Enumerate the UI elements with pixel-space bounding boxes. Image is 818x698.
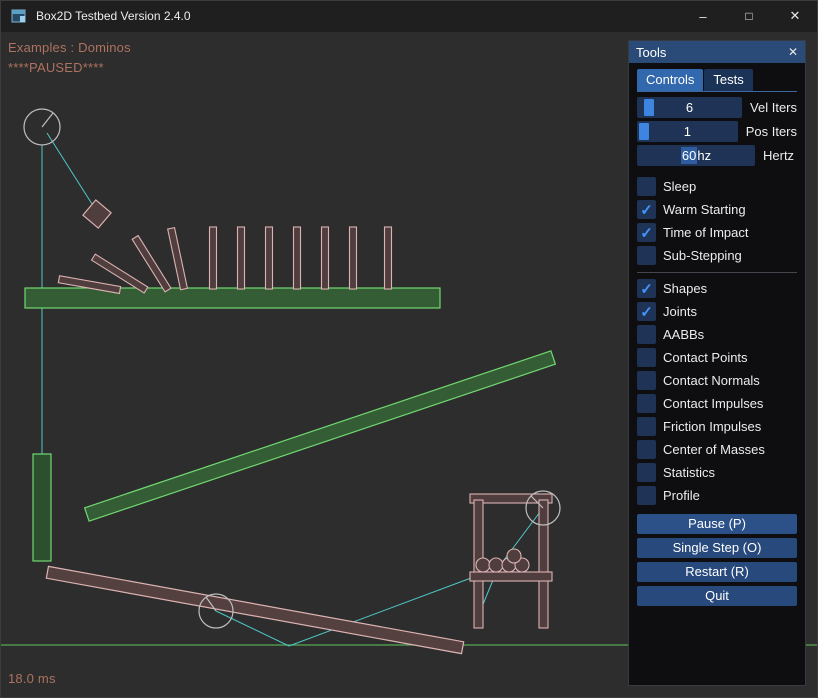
checkbox-box[interactable] (637, 200, 656, 219)
tools-titlebar[interactable]: Tools ✕ (629, 41, 805, 63)
checkbox-joints[interactable]: Joints (637, 300, 797, 323)
vel-iters-slider[interactable]: 6 (637, 97, 742, 118)
draw-checkboxes: Shapes Joints AABBs Contact Points Conta… (637, 277, 797, 507)
pos-iters-value: 1 (637, 121, 738, 142)
single-step-button[interactable]: Single Step (O) (637, 538, 797, 558)
separator (637, 272, 797, 273)
checkbox-box[interactable] (637, 302, 656, 321)
checkbox-label: Shapes (663, 281, 707, 296)
platform (25, 288, 440, 308)
checkbox-warm-starting[interactable]: Warm Starting (637, 198, 797, 221)
pos-iters-row: 1 Pos Iters (637, 121, 797, 142)
tools-title: Tools (636, 45, 666, 60)
hertz-input[interactable]: 60 hz (637, 145, 755, 166)
close-button[interactable]: ✕ (772, 0, 818, 32)
checkbox-contact-points[interactable]: Contact Points (637, 346, 797, 369)
pos-iters-label: Pos Iters (746, 124, 797, 139)
hertz-selected-text: 60 (681, 147, 697, 164)
button-stack: Pause (P) Single Step (O) Restart (R) Qu… (637, 514, 797, 606)
checkbox-label: Warm Starting (663, 202, 746, 217)
checkbox-label: Contact Impulses (663, 396, 763, 411)
hertz-label: Hertz (763, 148, 794, 163)
pause-button[interactable]: Pause (P) (637, 514, 797, 534)
tools-panel: Tools ✕ Controls Tests 6 Vel Iters 1 Pos… (628, 40, 806, 686)
vel-iters-label: Vel Iters (750, 100, 797, 115)
pendulum-circle (24, 109, 60, 145)
checkbox-label: Profile (663, 488, 700, 503)
dominoes (58, 227, 391, 293)
minimize-button[interactable]: – (680, 0, 726, 32)
hertz-value: 60 hz (637, 145, 755, 166)
shelf-balls (476, 549, 529, 572)
checkbox-label: Joints (663, 304, 697, 319)
checkbox-contact-impulses[interactable]: Contact Impulses (637, 392, 797, 415)
checkbox-shapes[interactable]: Shapes (637, 277, 797, 300)
checkbox-aabbs[interactable]: AABBs (637, 323, 797, 346)
checkbox-label: Contact Points (663, 350, 748, 365)
checkbox-box[interactable] (637, 348, 656, 367)
vel-iters-row: 6 Vel Iters (637, 97, 797, 118)
checkbox-box[interactable] (637, 325, 656, 344)
checkbox-box[interactable] (637, 440, 656, 459)
pos-iters-slider[interactable]: 1 (637, 121, 738, 142)
titlebar: Box2D Testbed Version 2.4.0 – □ ✕ (0, 0, 818, 32)
vel-iters-value: 6 (637, 97, 742, 118)
checkbox-box[interactable] (637, 279, 656, 298)
window-title: Box2D Testbed Version 2.4.0 (36, 9, 191, 23)
tools-close-icon[interactable]: ✕ (788, 45, 798, 59)
tab-controls[interactable]: Controls (637, 69, 703, 91)
checkbox-statistics[interactable]: Statistics (637, 461, 797, 484)
example-label: Examples : Dominos (8, 40, 131, 55)
hertz-suffix: hz (697, 148, 711, 163)
checkbox-center-of-masses[interactable]: Center of Masses (637, 438, 797, 461)
checkbox-box[interactable] (637, 177, 656, 196)
checkbox-sub-stepping[interactable]: Sub-Stepping (637, 244, 797, 267)
checkbox-box[interactable] (637, 371, 656, 390)
vertical-post (33, 454, 51, 561)
simulation-checkboxes: Sleep Warm Starting Time of Impact Sub-S… (637, 175, 797, 267)
checkbox-label: Time of Impact (663, 225, 748, 240)
checkbox-contact-normals[interactable]: Contact Normals (637, 369, 797, 392)
checkbox-profile[interactable]: Profile (637, 484, 797, 507)
tab-tests[interactable]: Tests (704, 69, 752, 91)
checkbox-box[interactable] (637, 394, 656, 413)
checkbox-label: Sleep (663, 179, 696, 194)
pendulum-bob (83, 200, 111, 228)
hertz-row: 60 hz Hertz (637, 145, 797, 166)
checkbox-label: Sub-Stepping (663, 248, 742, 263)
checkbox-box[interactable] (637, 223, 656, 242)
checkbox-label: Statistics (663, 465, 715, 480)
checkbox-label: AABBs (663, 327, 704, 342)
checkbox-label: Contact Normals (663, 373, 760, 388)
checkbox-sleep[interactable]: Sleep (637, 175, 797, 198)
checkbox-box[interactable] (637, 463, 656, 482)
paused-label: ****PAUSED**** (8, 60, 104, 75)
checkbox-label: Center of Masses (663, 442, 765, 457)
frame-time-label: 18.0 ms (8, 671, 56, 686)
tabbar: Controls Tests (637, 68, 797, 92)
checkbox-friction-impulses[interactable]: Friction Impulses (637, 415, 797, 438)
app-icon (11, 8, 27, 24)
checkbox-box[interactable] (637, 486, 656, 505)
checkbox-box[interactable] (637, 246, 656, 265)
restart-button[interactable]: Restart (R) (637, 562, 797, 582)
quit-button[interactable]: Quit (637, 586, 797, 606)
checkbox-box[interactable] (637, 417, 656, 436)
checkbox-time-of-impact[interactable]: Time of Impact (637, 221, 797, 244)
checkbox-label: Friction Impulses (663, 419, 761, 434)
bottom-plank (46, 566, 463, 653)
maximize-button[interactable]: □ (726, 0, 772, 32)
